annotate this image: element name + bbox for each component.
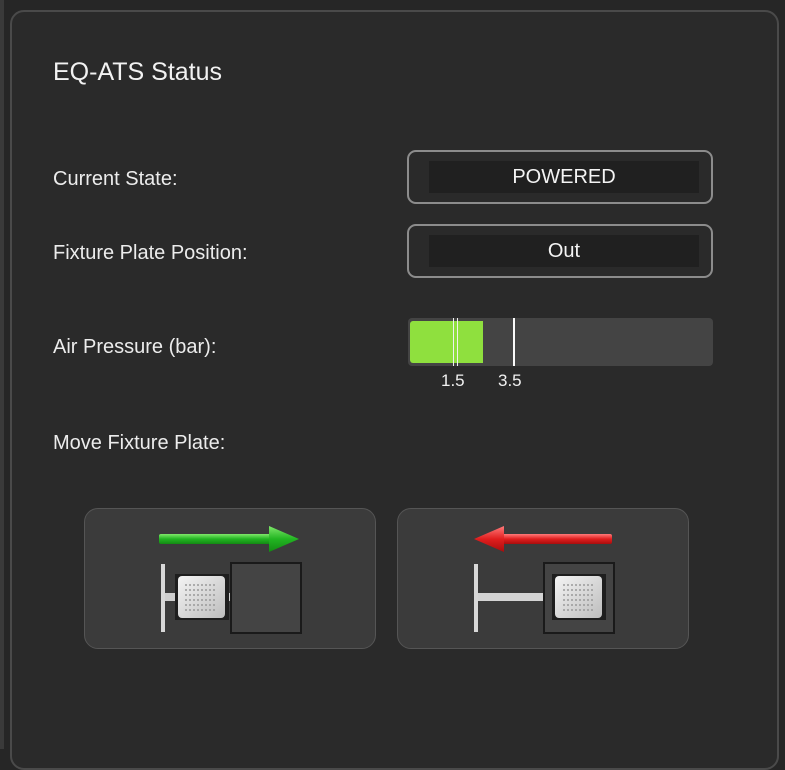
current-state-value: POWERED <box>429 161 699 193</box>
arrow-left-icon <box>474 526 612 552</box>
fixture-position-field: Out <box>407 224 713 278</box>
move-in-button[interactable] <box>84 508 376 649</box>
air-pressure-fill <box>410 321 483 363</box>
current-state-field: POWERED <box>407 150 713 204</box>
fixture-position-label: Fixture Plate Position: <box>53 242 248 264</box>
arrow-right-icon <box>159 526 299 552</box>
current-state-label: Current State: <box>53 168 178 190</box>
min-threshold-label: 1.5 <box>441 371 465 390</box>
nominal-threshold-marker <box>513 318 515 366</box>
fixture-out-illustration <box>474 526 615 634</box>
window-edge <box>0 0 4 749</box>
move-fixture-label: Move Fixture Plate: <box>53 432 226 454</box>
panel-title: EQ-ATS Status <box>53 58 223 86</box>
fixture-in-illustration <box>159 526 302 634</box>
fixture-position-value: Out <box>429 235 699 267</box>
air-pressure-gauge <box>408 318 713 366</box>
nominal-threshold-label: 3.5 <box>498 371 522 390</box>
min-threshold-marker <box>453 318 458 366</box>
move-out-button[interactable] <box>397 508 689 649</box>
status-panel <box>10 10 779 770</box>
air-pressure-label: Air Pressure (bar): <box>53 336 217 358</box>
